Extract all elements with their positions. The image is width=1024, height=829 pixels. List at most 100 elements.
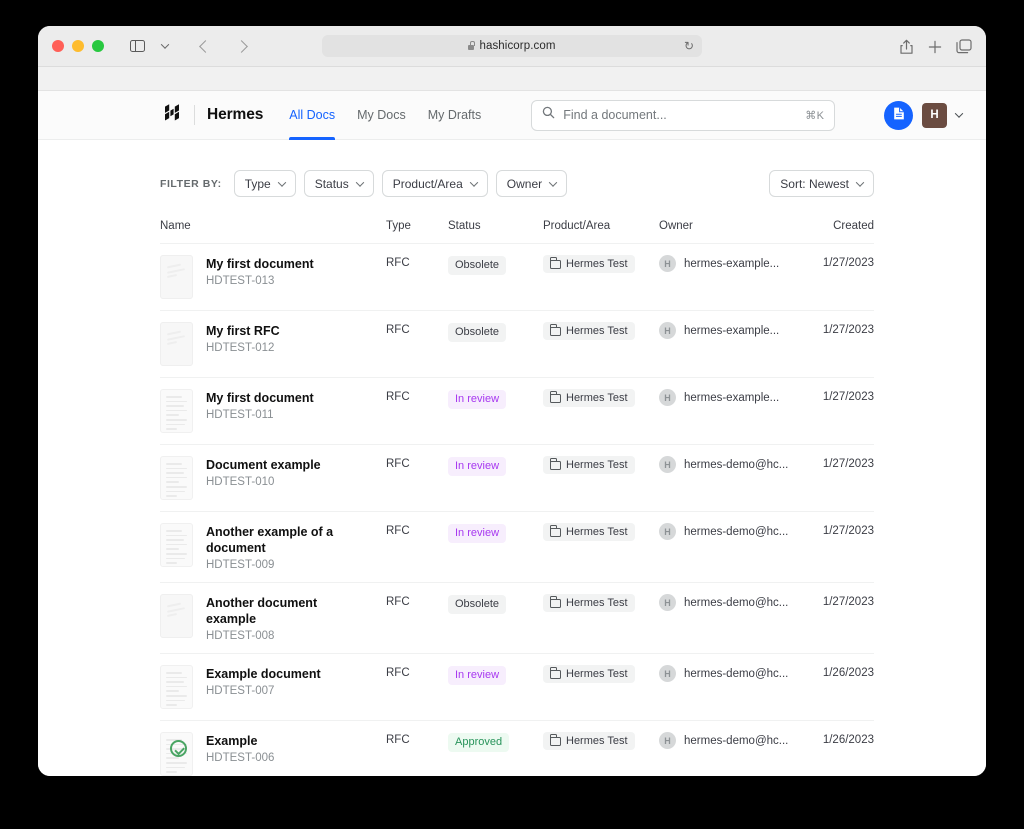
sort-dropdown[interactable]: Sort: Newest <box>769 170 874 197</box>
chevron-down-icon[interactable] <box>152 34 178 58</box>
created-date: 1/27/2023 <box>822 257 874 269</box>
document-type: RFC <box>386 324 410 336</box>
address-bar[interactable]: hashicorp.com ↻ <box>322 35 702 57</box>
product-area-chip: Hermes Test <box>543 594 635 612</box>
document-name-cell[interactable]: Example document HDTEST-007 <box>160 665 386 709</box>
product-area-chip: Hermes Test <box>543 523 635 541</box>
brand-divider <box>194 105 195 125</box>
table-row[interactable]: My first RFC HDTEST-012 RFC Obsolete Hermes … <box>160 310 874 377</box>
product-area-cell: Hermes Test <box>543 665 659 684</box>
created-date: 1/26/2023 <box>822 667 874 679</box>
document-title: Example document <box>206 667 321 681</box>
table-row[interactable]: Example document HDTEST-007 RFC In review He… <box>160 653 874 720</box>
sidebar-toggle-icon[interactable] <box>124 34 150 58</box>
document-thumbnail-icon <box>160 389 193 433</box>
product-area-cell: Hermes Test <box>543 255 659 274</box>
folder-icon <box>549 391 561 403</box>
document-type: RFC <box>386 391 410 403</box>
chevron-down-icon[interactable] <box>954 109 964 118</box>
document-name-cell[interactable]: My first document HDTEST-013 <box>160 255 386 299</box>
browser-chrome-band <box>38 67 986 91</box>
document-id: HDTEST-006 <box>206 752 275 764</box>
new-document-icon <box>892 106 906 124</box>
document-name-cell[interactable]: My first document HDTEST-011 <box>160 389 386 433</box>
owner-avatar: H <box>659 322 676 339</box>
product-area-label: Hermes Test <box>566 526 628 538</box>
search-input[interactable]: Find a document... ⌘K <box>531 99 836 131</box>
owner-cell: Hhermes-example... <box>659 389 812 406</box>
document-name-cell[interactable]: Example HDTEST-006 <box>160 732 386 776</box>
status-cell: In review <box>448 665 543 685</box>
owner-name: hermes-example... <box>684 391 780 404</box>
close-window-button[interactable] <box>52 40 64 52</box>
table-row[interactable]: Document example HDTEST-010 RFC In review He… <box>160 444 874 511</box>
navigation-arrows <box>192 34 254 58</box>
folder-icon <box>549 734 561 746</box>
product-area-chip: Hermes Test <box>543 456 635 474</box>
forward-arrow-icon[interactable] <box>228 34 254 58</box>
avatar[interactable]: H <box>922 102 947 128</box>
product-area-cell: Hermes Test <box>543 594 659 613</box>
status-cell: Obsolete <box>448 322 543 342</box>
owner-name: hermes-demo@hc... <box>684 458 789 471</box>
filter-owner-dropdown[interactable]: Owner <box>495 170 568 197</box>
product-area-chip: Hermes Test <box>543 732 635 750</box>
filter-owner-label: Owner <box>506 176 543 191</box>
folder-icon <box>549 596 561 608</box>
table-row[interactable]: Example HDTEST-006 RFC Approved Hermes Test H… <box>160 720 874 776</box>
owner-name: hermes-demo@hc... <box>684 525 789 538</box>
owner-avatar: H <box>659 665 676 682</box>
document-thumbnail-icon <box>160 255 193 299</box>
document-thumbnail-icon <box>160 732 193 776</box>
brand[interactable]: Hermes <box>162 102 263 129</box>
table-row[interactable]: Another document example HDTEST-008 RFC Obs… <box>160 582 874 653</box>
status-badge: Approved <box>448 733 510 752</box>
address-bar-url: hashicorp.com <box>479 40 556 52</box>
created-date: 1/27/2023 <box>822 525 874 537</box>
document-thumbnail-icon <box>160 665 193 709</box>
back-arrow-icon[interactable] <box>192 34 218 58</box>
folder-icon <box>549 525 561 537</box>
plus-icon[interactable] <box>928 40 942 54</box>
document-name-cell[interactable]: Another document example HDTEST-008 <box>160 594 386 642</box>
column-header-status: Status <box>448 220 481 232</box>
filter-status-dropdown[interactable]: Status <box>303 170 374 197</box>
tab-overview-icon[interactable] <box>956 39 972 54</box>
created-date: 1/27/2023 <box>822 458 874 470</box>
tab-my-drafts[interactable]: My Drafts <box>428 91 481 140</box>
document-name-cell[interactable]: Document example HDTEST-010 <box>160 456 386 500</box>
filter-type-dropdown[interactable]: Type <box>233 170 296 197</box>
created-date: 1/26/2023 <box>822 734 874 746</box>
tab-my-docs[interactable]: My Docs <box>357 91 406 140</box>
new-document-button[interactable] <box>884 100 913 130</box>
product-area-chip: Hermes Test <box>543 255 635 273</box>
document-id: HDTEST-013 <box>206 275 275 287</box>
sidebar-controls <box>124 34 178 58</box>
document-name-cell[interactable]: Another example of a document HDTEST-009 <box>160 523 386 571</box>
tab-all-docs[interactable]: All Docs <box>289 91 335 140</box>
maximize-window-button[interactable] <box>92 40 104 52</box>
document-type: RFC <box>386 525 410 537</box>
share-icon[interactable] <box>899 39 914 55</box>
status-cell: In review <box>448 523 543 543</box>
owner-cell: Hhermes-example... <box>659 255 812 272</box>
filter-product-area-dropdown[interactable]: Product/Area <box>381 170 488 197</box>
minimize-window-button[interactable] <box>72 40 84 52</box>
status-cell: In review <box>448 456 543 476</box>
brand-name: Hermes <box>207 106 264 123</box>
product-area-label: Hermes Test <box>566 735 628 747</box>
reload-icon[interactable]: ↻ <box>684 39 694 53</box>
product-area-label: Hermes Test <box>566 597 628 609</box>
table-row[interactable]: Another example of a document HDTEST-009 R… <box>160 511 874 582</box>
document-type: RFC <box>386 596 410 608</box>
filter-product-area-label: Product/Area <box>392 176 463 191</box>
table-row[interactable]: My first document HDTEST-011 RFC In review H… <box>160 377 874 444</box>
document-name-cell[interactable]: My first RFC HDTEST-012 <box>160 322 386 366</box>
folder-icon <box>549 324 561 336</box>
column-header-product-area: Product/Area <box>543 220 611 232</box>
document-title: Another document example <box>206 596 318 626</box>
owner-avatar: H <box>659 255 676 272</box>
table-row[interactable]: My first document HDTEST-013 RFC Obsolete He… <box>160 243 874 310</box>
header-actions: H <box>884 100 964 130</box>
document-title: My first document <box>206 257 314 271</box>
